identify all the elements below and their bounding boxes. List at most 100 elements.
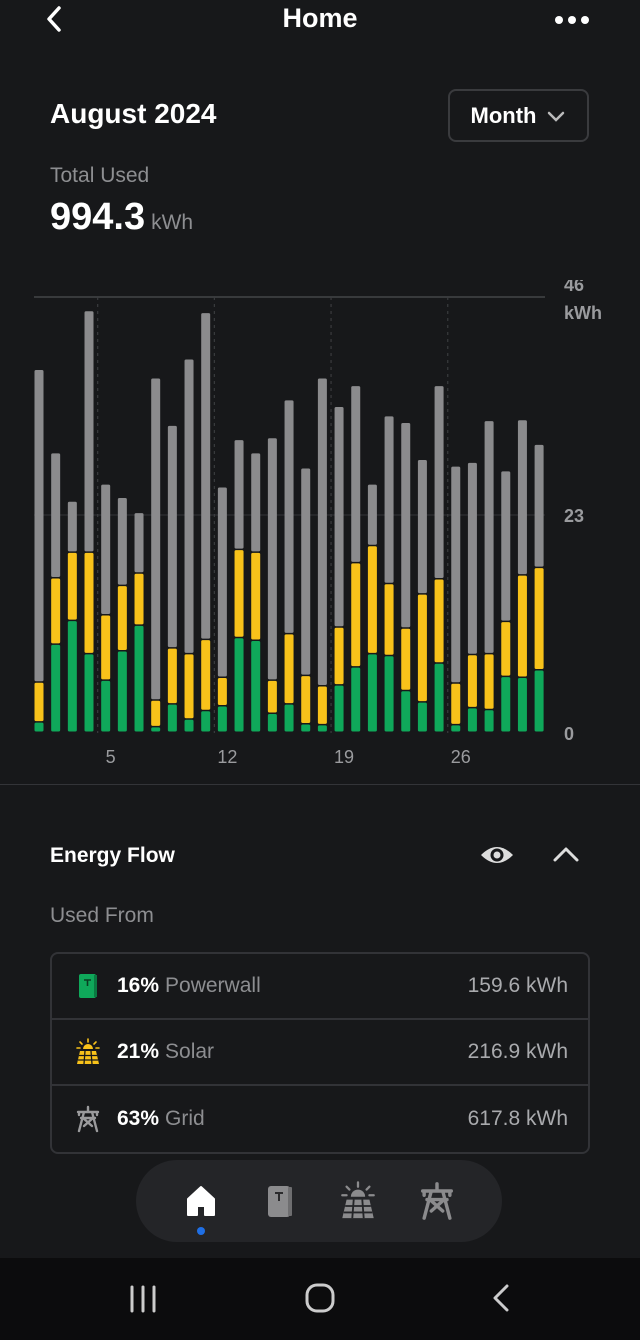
source-name: Powerwall — [165, 974, 261, 997]
bar-segment-powerwall-day-31 — [534, 670, 544, 732]
bar-segment-powerwall-day-11 — [201, 711, 211, 732]
bar-segment-grid-day-13 — [234, 440, 244, 549]
bar-segment-solar-day-10 — [184, 654, 194, 719]
y-unit-label: kWh — [564, 303, 602, 323]
bar-segment-grid-day-30 — [517, 420, 527, 575]
bar-segment-grid-day-12 — [217, 487, 227, 677]
bar-segment-solar-day-20 — [351, 563, 361, 667]
bar-segment-grid-day-26 — [451, 466, 461, 683]
solar-icon — [341, 1181, 376, 1219]
bar-segment-solar-day-6 — [117, 586, 127, 650]
x-tick-label: 19 — [334, 747, 354, 767]
home-circle-icon[interactable] — [304, 1282, 338, 1316]
x-tick-label: 5 — [106, 747, 116, 767]
bar-segment-solar-day-9 — [167, 648, 177, 704]
bar-segment-solar-day-13 — [234, 550, 244, 637]
total-value: 994.3 — [50, 196, 146, 238]
source-percent: 63% — [117, 1107, 160, 1130]
bar-segment-grid-day-14 — [251, 453, 261, 552]
energy-flow-title: Energy Flow — [50, 844, 175, 867]
bar-segment-grid-day-3 — [67, 501, 77, 552]
bar-segment-solar-day-22 — [384, 584, 394, 655]
bar-segment-powerwall-day-4 — [84, 654, 94, 732]
bar-segment-solar-day-29 — [501, 622, 511, 676]
page-title: Home — [282, 3, 358, 33]
bar-segment-grid-day-11 — [201, 313, 211, 639]
bar-segment-grid-day-28 — [484, 421, 494, 653]
bar-segment-powerwall-day-12 — [217, 706, 227, 732]
bar-segment-grid-day-8 — [151, 378, 161, 700]
bar-segment-grid-day-27 — [467, 462, 477, 654]
bar-segment-solar-day-12 — [217, 678, 227, 705]
total-used-value: 994.3 kWh — [50, 196, 193, 239]
bar-segment-powerwall-day-10 — [184, 719, 194, 732]
bar-segment-solar-day-27 — [467, 655, 477, 707]
eye-icon[interactable] — [479, 840, 515, 870]
solar-icon — [76, 1038, 100, 1065]
bar-segment-powerwall-day-27 — [467, 708, 477, 732]
bar-segment-grid-day-9 — [167, 425, 177, 648]
source-percent: 16% — [117, 974, 160, 997]
bar-segment-powerwall-day-26 — [451, 725, 461, 732]
source-percent: 21% — [117, 1040, 160, 1063]
bar-segment-grid-day-20 — [351, 386, 361, 562]
bar-segment-solar-day-3 — [67, 552, 77, 620]
source-row-powerwall[interactable]: 16% Powerwall 159.6 kWh — [52, 954, 588, 1020]
bar-segment-solar-day-5 — [101, 615, 111, 680]
bar-segment-grid-day-16 — [284, 400, 294, 633]
range-selector-button[interactable]: Month — [448, 89, 589, 142]
total-used-label: Total Used — [50, 164, 150, 187]
bar-segment-solar-day-26 — [451, 683, 461, 724]
bar-segment-powerwall-day-17 — [301, 724, 311, 732]
chevron-down-icon — [548, 111, 565, 122]
bar-segment-powerwall-day-25 — [434, 663, 444, 732]
bar-segment-grid-day-17 — [301, 468, 311, 675]
bar-segment-grid-day-22 — [384, 416, 394, 583]
more-dots-icon[interactable] — [552, 10, 592, 30]
bar-segment-solar-day-2 — [51, 578, 61, 644]
bar-segment-grid-day-1 — [34, 369, 44, 682]
source-row-grid[interactable]: 63% Grid 617.8 kWh — [52, 1086, 588, 1152]
tab-grid[interactable] — [417, 1181, 457, 1221]
recents-icon[interactable] — [128, 1284, 160, 1314]
energy-usage-chart[interactable]: 5 12 19 26 0 23 46 kWh — [0, 280, 640, 780]
bar-segment-grid-day-23 — [401, 423, 411, 628]
tab-home[interactable] — [181, 1181, 221, 1235]
bar-segment-grid-day-7 — [134, 513, 144, 573]
bar-segment-powerwall-day-22 — [384, 656, 394, 732]
powerwall-icon — [267, 1186, 292, 1217]
bar-segment-grid-day-10 — [184, 359, 194, 653]
source-row-solar[interactable]: 21% Solar 216.9 kWh — [52, 1020, 588, 1086]
bar-segment-solar-day-1 — [34, 682, 44, 722]
y-tick-label: 46 — [564, 280, 584, 295]
chevron-up-icon[interactable] — [551, 842, 581, 868]
tab-powerwall[interactable] — [260, 1181, 300, 1221]
bar-segment-powerwall-day-13 — [234, 638, 244, 732]
source-name: Solar — [165, 1040, 215, 1063]
bar-segment-powerwall-day-19 — [334, 685, 344, 732]
bar-segment-powerwall-day-3 — [67, 621, 77, 732]
bar-segment-powerwall-day-8 — [151, 727, 161, 732]
bar-segment-solar-day-18 — [317, 686, 327, 724]
bar-segment-powerwall-day-1 — [34, 722, 44, 732]
source-name: Grid — [165, 1107, 205, 1130]
bar-segment-powerwall-day-15 — [267, 714, 277, 732]
used-from-label: Used From — [50, 904, 154, 927]
bar-segment-powerwall-day-9 — [167, 704, 177, 732]
bar-segment-grid-day-5 — [101, 484, 111, 614]
tab-solar[interactable] — [338, 1181, 378, 1221]
bar-segment-grid-day-19 — [334, 406, 344, 627]
active-tab-indicator — [197, 1227, 206, 1235]
y-tick-label: 0 — [564, 724, 574, 744]
bar-segment-powerwall-day-16 — [284, 704, 294, 732]
y-tick-label: 23 — [564, 506, 584, 526]
back-icon[interactable] — [488, 1282, 514, 1316]
total-unit: kWh — [151, 211, 194, 234]
bar-segment-powerwall-day-29 — [501, 677, 511, 732]
bar-segment-grid-day-6 — [117, 497, 127, 585]
bar-segment-solar-day-7 — [134, 573, 144, 625]
bar-segment-solar-day-21 — [367, 546, 377, 653]
bar-segment-powerwall-day-7 — [134, 625, 144, 732]
source-value: 216.9 kWh — [467, 1040, 568, 1063]
bar-segment-powerwall-day-20 — [351, 667, 361, 732]
